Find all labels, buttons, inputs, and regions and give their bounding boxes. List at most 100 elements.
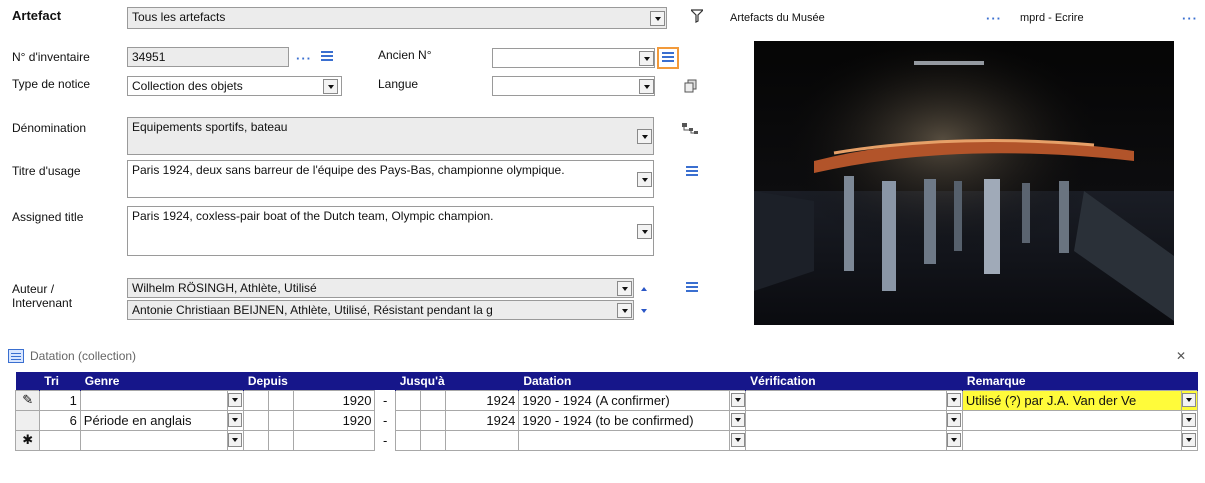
remarque-cell[interactable]: Utilisé (?) par J.A. Van der Ve xyxy=(961,389,1182,411)
genre-cell[interactable]: Période en anglais xyxy=(79,409,228,431)
genre-dropdown-button[interactable] xyxy=(228,433,243,447)
close-icon[interactable]: ✕ xyxy=(1176,349,1186,363)
datation-dropdown-cell[interactable] xyxy=(728,389,747,411)
depuis-cell[interactable]: 1920 xyxy=(293,409,376,431)
verification-dropdown-button[interactable] xyxy=(947,413,962,427)
assigned-label: Assigned title xyxy=(12,210,84,224)
header-depuis[interactable]: Depuis xyxy=(243,372,396,390)
verification-dropdown-cell[interactable] xyxy=(945,389,963,411)
remarque-dropdown-cell[interactable] xyxy=(1180,389,1199,411)
scroll-up-icon[interactable] xyxy=(636,281,651,296)
genre-dropdown-cell[interactable] xyxy=(226,429,244,451)
remarque-dropdown-cell[interactable] xyxy=(1180,409,1199,431)
ancien-field[interactable] xyxy=(492,48,655,68)
verification-dropdown-cell[interactable] xyxy=(945,409,963,431)
collection-more-icon[interactable]: ··· xyxy=(986,12,1002,25)
inventaire-more-icon[interactable]: ··· xyxy=(296,52,312,65)
langue-field[interactable] xyxy=(492,76,655,96)
titre-field[interactable]: Paris 1924, deux sans barreur de l'équip… xyxy=(127,160,654,198)
auteur-item-2[interactable]: Antonie Christiaan BEIJNEN, Athlète, Uti… xyxy=(127,300,634,320)
table-row[interactable]: ✎ 1 1920 - 1924 1920 - 1924 (A confirmer… xyxy=(14,389,1199,411)
genre-cell[interactable] xyxy=(79,389,228,411)
hierarchy-icon[interactable] xyxy=(682,123,698,138)
genre-dropdown-cell[interactable] xyxy=(226,409,244,431)
verification-cell[interactable] xyxy=(745,389,947,411)
tri-cell[interactable]: 6 xyxy=(39,409,81,431)
genre-dropdown-button[interactable] xyxy=(228,393,243,407)
assigned-field[interactable]: Paris 1924, coxless-pair boat of the Dut… xyxy=(127,206,654,256)
jusqua-prefix-cell[interactable] xyxy=(394,389,422,411)
jusqua-mid-cell[interactable] xyxy=(420,429,447,451)
genre-cell[interactable] xyxy=(79,429,228,451)
remarque-dropdown-button[interactable] xyxy=(1182,433,1197,447)
remarque-dropdown-cell[interactable] xyxy=(1180,429,1199,451)
titre-dropdown-button[interactable] xyxy=(637,172,652,187)
verification-cell[interactable] xyxy=(745,429,947,451)
table-row-new[interactable]: ✱ - xyxy=(14,429,1199,451)
jusqua-mid-cell[interactable] xyxy=(420,409,447,431)
artefact-dropdown-button[interactable] xyxy=(650,11,665,26)
type-field[interactable]: Collection des objets xyxy=(127,76,342,96)
jusqua-cell[interactable]: 1924 xyxy=(445,409,520,431)
table-row[interactable]: 6 Période en anglais 1920 - 1924 1920 - … xyxy=(14,409,1199,431)
type-dropdown-button[interactable] xyxy=(323,79,338,94)
depuis-mid-cell[interactable] xyxy=(268,409,295,431)
datation-cell[interactable]: 1920 - 1924 (A confirmer) xyxy=(518,389,730,411)
verification-dropdown-cell[interactable] xyxy=(945,429,963,451)
verification-cell[interactable] xyxy=(745,409,947,431)
depuis-mid-cell[interactable] xyxy=(268,389,295,411)
datation-cell[interactable]: 1920 - 1924 (to be confirmed) xyxy=(518,409,730,431)
jusqua-prefix-cell[interactable] xyxy=(394,429,422,451)
titre-list-icon[interactable] xyxy=(686,166,698,177)
remarque-cell[interactable] xyxy=(961,429,1182,451)
auteur-1-dropdown-button[interactable] xyxy=(617,281,632,296)
genre-dropdown-button[interactable] xyxy=(228,413,243,427)
genre-dropdown-cell[interactable] xyxy=(226,389,244,411)
depuis-prefix-cell[interactable] xyxy=(242,409,270,431)
inventaire-field[interactable]: 34951 xyxy=(127,47,289,67)
verification-dropdown-button[interactable] xyxy=(947,433,962,447)
datation-dropdown-button[interactable] xyxy=(730,393,745,407)
jusqua-cell[interactable] xyxy=(445,429,520,451)
depuis-mid-cell[interactable] xyxy=(268,429,295,451)
header-jusqua[interactable]: Jusqu'à xyxy=(395,372,520,390)
remarque-dropdown-button[interactable] xyxy=(1182,413,1197,427)
remarque-dropdown-button[interactable] xyxy=(1182,393,1197,407)
auteur-item-1[interactable]: Wilhelm RÖSINGH, Athlète, Utilisé xyxy=(127,278,634,298)
denomination-field[interactable]: Equipements sportifs, bateau xyxy=(127,117,654,155)
auteur-2-dropdown-button[interactable] xyxy=(617,303,632,318)
datation-dropdown-button[interactable] xyxy=(730,433,745,447)
jusqua-mid-cell[interactable] xyxy=(420,389,447,411)
tri-cell[interactable] xyxy=(39,429,81,451)
denomination-dropdown-button[interactable] xyxy=(637,129,652,144)
jusqua-prefix-cell[interactable] xyxy=(394,409,422,431)
depuis-prefix-cell[interactable] xyxy=(242,389,270,411)
header-tri[interactable]: Tri xyxy=(39,372,81,390)
header-datation[interactable]: Datation xyxy=(518,372,747,390)
header-genre[interactable]: Genre xyxy=(80,372,244,390)
filter-icon[interactable] xyxy=(689,9,705,26)
tri-cell[interactable]: 1 xyxy=(39,389,81,411)
inventaire-list-icon[interactable] xyxy=(321,51,333,62)
verification-dropdown-button[interactable] xyxy=(947,393,962,407)
auteur-list-icon[interactable] xyxy=(686,282,698,293)
header-verification[interactable]: Vérification xyxy=(745,372,963,390)
ancien-list-icon[interactable] xyxy=(657,47,679,69)
datation-dropdown-cell[interactable] xyxy=(728,409,747,431)
datation-dropdown-cell[interactable] xyxy=(728,429,747,451)
datation-dropdown-button[interactable] xyxy=(730,413,745,427)
remarque-cell[interactable] xyxy=(961,409,1182,431)
depuis-prefix-cell[interactable] xyxy=(242,429,270,451)
depuis-cell[interactable]: 1920 xyxy=(293,389,376,411)
jusqua-cell[interactable]: 1924 xyxy=(445,389,520,411)
langue-dropdown-button[interactable] xyxy=(639,79,654,94)
header-remarque[interactable]: Remarque xyxy=(962,372,1199,390)
datation-cell[interactable] xyxy=(518,429,730,451)
mode-more-icon[interactable]: ··· xyxy=(1182,12,1198,25)
copy-icon[interactable] xyxy=(684,79,698,96)
ancien-dropdown-button[interactable] xyxy=(639,51,654,66)
scroll-down-icon[interactable] xyxy=(636,303,651,318)
artefact-select[interactable]: Tous les artefacts xyxy=(127,7,667,29)
assigned-dropdown-button[interactable] xyxy=(637,224,652,239)
depuis-cell[interactable] xyxy=(293,429,376,451)
